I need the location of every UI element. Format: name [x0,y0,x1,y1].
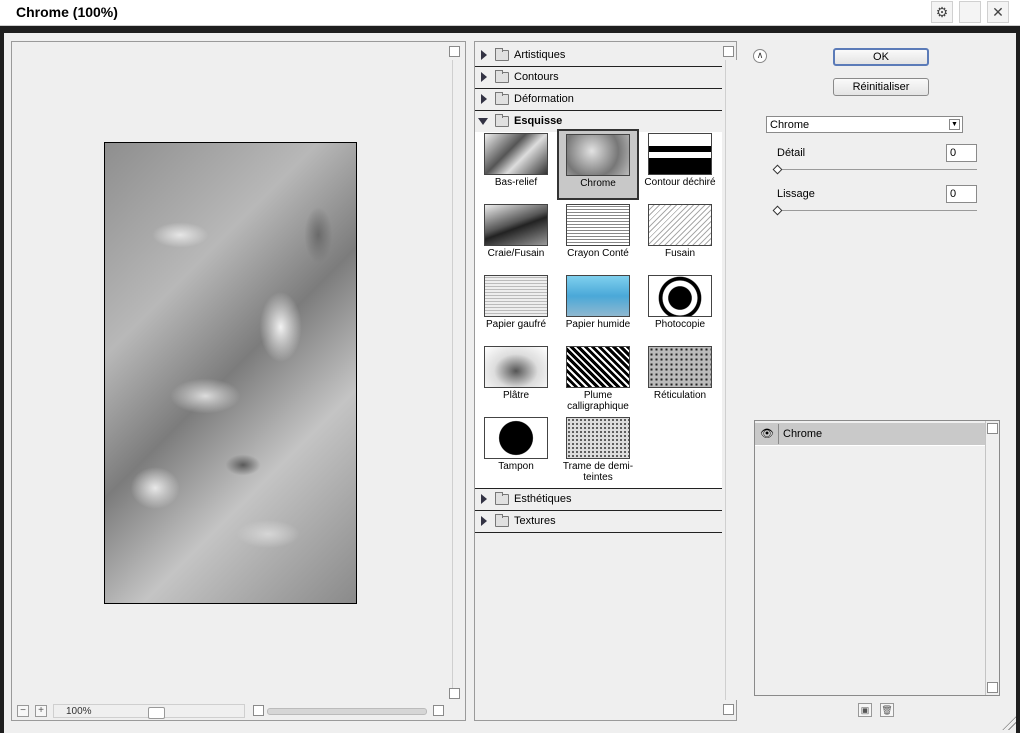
zoom-out-button[interactable]: − [17,705,29,717]
folder-icon [495,92,509,105]
effect-layer-row[interactable]: 👁 Chrome [755,423,986,446]
preview-scroll-top-corner[interactable] [449,46,460,57]
window-frame-right [1016,26,1020,733]
folder-icon [495,48,509,61]
filter-select-value: Chrome [770,119,810,131]
smooth-label: Lissage [777,188,815,200]
effect-layers-panel: 👁 Chrome [754,420,1000,696]
folder-icon [495,70,509,83]
collapse-gallery-icon[interactable]: ∧ [753,49,767,63]
eye-icon[interactable]: 👁 [756,424,779,444]
filter-papier-gaufre[interactable]: Papier gaufré [475,275,557,330]
effect-layer-name: Chrome [783,428,823,440]
gallery-vertical-scrollbar[interactable] [725,60,737,700]
category-label: Esthétiques [514,493,572,505]
ok-button[interactable]: OK [833,48,929,66]
resize-grip-icon[interactable] [1002,716,1016,730]
filter-thumbnails: Bas-relief Chrome Contour déchiré Craie/… [475,129,722,489]
filter-craie-fusain[interactable]: Craie/Fusain [475,204,557,259]
filter-contour-dechire[interactable]: Contour déchiré [639,133,721,188]
category-textures[interactable]: Textures [475,511,722,533]
filter-platre[interactable]: Plâtre [475,346,557,401]
zoom-level-value: 100% [66,706,92,717]
category-label: Textures [514,515,556,527]
layers-vertical-scrollbar[interactable] [985,421,999,695]
preview-image [104,142,357,604]
zoom-level-field[interactable]: 100% [53,704,245,719]
new-effect-layer-icon[interactable]: ▣ [858,703,872,717]
expand-arrow-icon[interactable] [481,94,487,104]
folder-icon [495,514,509,527]
options-icon[interactable]: ⚙ [931,1,953,23]
expand-arrow-icon[interactable] [481,72,487,82]
filter-crayon-conte[interactable]: Crayon Conté [557,204,639,259]
category-contours[interactable]: Contours [475,67,722,89]
filter-fusain[interactable]: Fusain [639,204,721,259]
detail-input[interactable]: 0 [946,144,977,162]
preview-vertical-scrollbar[interactable] [452,60,464,688]
open-folder-icon [495,114,509,127]
maximize-button[interactable] [959,1,981,23]
zoom-bar: − + 100% [13,703,453,719]
expand-arrow-icon[interactable] [481,516,487,526]
hscroll-left-corner[interactable] [253,705,264,716]
collapse-arrow-icon[interactable] [478,118,488,125]
gallery-scroll-top-corner[interactable] [723,46,734,57]
window-title: Chrome (100%) [16,4,118,20]
expand-arrow-icon[interactable] [481,50,487,60]
filter-papier-humide[interactable]: Papier humide [557,275,639,330]
preview-horizontal-scrollbar[interactable] [253,704,444,718]
trash-icon[interactable]: 🗑 [880,703,894,717]
reset-button[interactable]: Réinitialiser [833,78,929,96]
expand-arrow-icon[interactable] [481,494,487,504]
category-esthetiques[interactable]: Esthétiques [475,489,722,511]
smooth-input[interactable]: 0 [946,185,977,203]
smooth-slider[interactable] [777,210,977,211]
detail-slider[interactable] [777,169,977,170]
filter-chrome[interactable]: Chrome [557,129,639,200]
close-icon[interactable]: ✕ [987,1,1009,23]
detail-label: Détail [777,147,806,159]
filter-reticulation[interactable]: Réticulation [639,346,721,401]
category-deformation[interactable]: Déformation [475,89,722,111]
filter-tampon[interactable]: Tampon [475,417,557,472]
layers-scroll-bottom-corner[interactable] [987,682,998,693]
hscroll-track[interactable] [267,708,427,715]
category-label: Esquisse [514,115,563,127]
zoom-in-button[interactable]: + [35,705,47,717]
title-bar: Chrome (100%) ⚙ ✕ [0,0,1020,26]
layers-scroll-top-corner[interactable] [987,423,998,434]
category-artistiques[interactable]: Artistiques [475,45,722,67]
folder-icon [495,492,509,505]
zoom-dropdown-icon[interactable] [148,707,165,719]
category-label: Contours [514,71,559,83]
category-label: Artistiques [514,49,566,61]
category-label: Déformation [514,93,574,105]
filter-photocopie[interactable]: Photocopie [639,275,721,330]
filter-bas-relief[interactable]: Bas-relief [475,133,557,188]
gallery-scroll-bottom-corner[interactable] [723,704,734,715]
filter-plume-calligraphique[interactable]: Plume calligraphique [557,346,639,412]
preview-scroll-bottom-corner[interactable] [449,688,460,699]
filter-trame-demi-teintes[interactable]: Trame de demi-teintes [557,417,639,483]
filter-select[interactable]: Chrome ▼ [766,116,963,133]
filter-gallery: Artistiques Contours Déformation Esquiss… [474,41,737,721]
chevron-down-icon[interactable]: ▼ [949,119,960,130]
hscroll-right-corner[interactable] [433,705,444,716]
